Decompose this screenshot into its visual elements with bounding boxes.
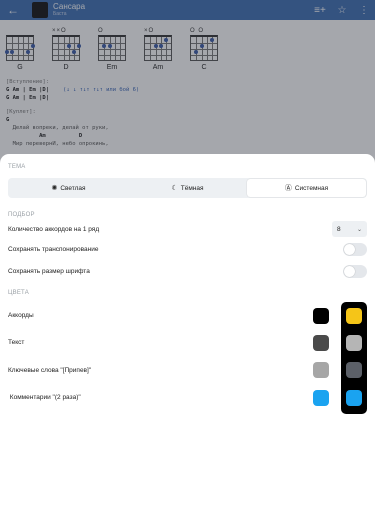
sun-icon: ✺ [51, 185, 58, 192]
chords-light-color-swatch[interactable] [313, 308, 329, 324]
colors-section-label: ЦВЕТА [8, 290, 29, 296]
chords-per-row-value: 8 [337, 225, 341, 233]
keywords-dark-color-swatch[interactable] [346, 362, 362, 378]
theme-section-label: ТЕМА [8, 164, 26, 170]
selection-section-label: ПОДБОР [8, 212, 35, 218]
chords-dark-color-swatch[interactable] [346, 308, 362, 324]
text-light-color-swatch[interactable] [313, 335, 329, 351]
toggle-knob [344, 243, 355, 255]
moon-icon: ☾ [171, 185, 178, 192]
chords-per-row-setting: Количество аккордов на 1 ряд 8 ⌄ [8, 221, 367, 237]
theme-option-label: Светлая [60, 184, 86, 192]
toggle-knob [344, 265, 355, 277]
auto-theme-icon: Ⓐ [284, 185, 292, 192]
theme-segmented-control: ✺ Светлая ☾ Тёмная Ⓐ Системная [8, 178, 367, 198]
color-label-chords: Аккорды [8, 312, 34, 319]
settings-bottom-sheet [0, 154, 375, 512]
color-label-comments: Комментарии "(2 раза)" [8, 394, 81, 401]
save-font-size-label: Сохранять размер шрифта [8, 267, 90, 275]
chevron-down-icon: ⌄ [356, 226, 362, 233]
comments-dark-color-swatch[interactable] [346, 390, 362, 406]
save-transpose-label: Сохранять транспонирование [8, 245, 99, 253]
color-label-keywords: Ключевые слова "[Припев]" [8, 367, 92, 374]
save-transpose-setting: Сохранять транспонирование [8, 241, 367, 257]
save-transpose-toggle[interactable] [343, 242, 367, 256]
theme-option-light[interactable]: ✺ Светлая [9, 179, 128, 197]
keywords-light-color-swatch[interactable] [313, 362, 329, 378]
theme-option-system[interactable]: Ⓐ Системная [247, 179, 366, 197]
save-font-size-toggle[interactable] [343, 264, 367, 278]
chords-per-row-select[interactable]: 8 ⌄ [332, 221, 367, 237]
comments-light-color-swatch[interactable] [313, 390, 329, 406]
theme-option-dark[interactable]: ☾ Тёмная [128, 179, 247, 197]
theme-option-label: Системная [294, 184, 329, 192]
theme-option-label: Тёмная [180, 184, 204, 192]
save-font-size-setting: Сохранять размер шрифта [8, 263, 367, 279]
text-dark-color-swatch[interactable] [346, 335, 362, 351]
chords-per-row-label: Количество аккордов на 1 ряд [8, 225, 100, 233]
color-label-text: Текст [8, 339, 25, 346]
